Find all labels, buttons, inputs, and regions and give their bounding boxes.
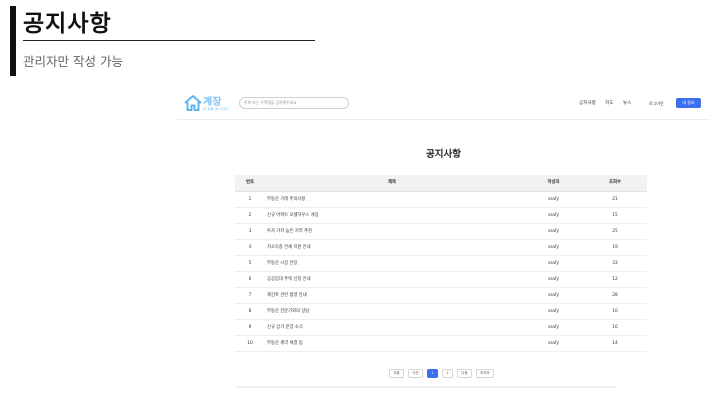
nav-news-link[interactable]: 뉴스: [623, 100, 631, 106]
row-author: ssafy: [547, 341, 560, 346]
table-row[interactable]: 9 신규 상가 분양 소식 ssafy 16: [235, 320, 647, 336]
row-number: 8: [248, 309, 252, 314]
row-title-link[interactable]: 신규 상가 분양 소식: [267, 320, 303, 335]
row-number: 2: [248, 213, 252, 218]
row-title-link[interactable]: 부동산 시장 전망: [267, 256, 297, 271]
row-views: 21: [612, 197, 618, 202]
column-header-title: 제목: [387, 180, 397, 185]
row-title-link[interactable]: 공공임대 주택 신청 안내: [267, 272, 311, 287]
notice-table: 번호 제목 작성자 조회수 1 부동산 거래 주의사항 ssafy 21 2 신…: [235, 175, 647, 352]
row-title-link[interactable]: 부동산 거래 주의사항: [267, 192, 305, 207]
logout-link[interactable]: 로그아웃: [649, 101, 664, 107]
slide-subtitle: 관리자만 작성 가능: [23, 54, 123, 69]
row-author: ssafy: [547, 261, 560, 266]
row-title-link[interactable]: 저소득층 전세 지원 안내: [267, 240, 311, 255]
table-row[interactable]: 1 부동산 거래 주의사항 ssafy 21: [235, 192, 647, 208]
nav-map-link[interactable]: 지도: [605, 100, 613, 106]
nav-notice-link[interactable]: 공지사항: [579, 100, 596, 106]
search-placeholder: 주제 또는 주택명을 입력해주세요.: [244, 100, 298, 105]
notice-page-title: 공지사항: [426, 149, 461, 160]
row-author: ssafy: [547, 277, 560, 282]
row-author: ssafy: [547, 213, 560, 218]
search-input[interactable]: 주제 또는 주택명을 입력해주세요.: [239, 97, 349, 109]
home-logo-icon[interactable]: [183, 93, 203, 113]
logo-tagline: 내 집을 꿈 이야기: [203, 107, 229, 111]
table-row[interactable]: 4 저소득층 전세 지원 안내 ssafy 19: [235, 240, 647, 256]
table-row[interactable]: 10 부동산 계약 체결 팁 ssafy 14: [235, 336, 647, 352]
row-number: 4: [248, 245, 252, 250]
slide-title-divider: [23, 40, 315, 41]
my-info-button[interactable]: 내 정보: [676, 98, 701, 108]
column-header-number: 번호: [245, 180, 255, 185]
footer-divider: [235, 386, 615, 388]
row-number: 1: [248, 197, 252, 202]
row-title-link[interactable]: 재건축 관련 법령 안내: [267, 288, 307, 303]
row-views: 12: [612, 277, 618, 282]
app-screenshot: 계장 내 집을 꿈 이야기 주제 또는 주택명을 입력해주세요. 공지사항 지도…: [177, 88, 710, 388]
row-number: 9: [248, 325, 252, 330]
row-number: 6: [248, 277, 252, 282]
column-header-views: 조회수: [608, 180, 622, 185]
row-author: ssafy: [547, 293, 560, 298]
pagination-prev-button[interactable]: 이전: [408, 369, 423, 378]
table-header: 번호 제목 작성자 조회수: [235, 175, 647, 192]
row-title-link[interactable]: 신규 아파트 모델하우스 개장: [267, 208, 319, 223]
pagination-page-2[interactable]: 2: [442, 369, 453, 378]
slide-accent-bar: [10, 6, 16, 76]
row-number: 5: [248, 261, 252, 266]
row-author: ssafy: [547, 229, 560, 234]
row-number: 7: [248, 293, 252, 298]
slide-title: 공지사항: [23, 11, 112, 37]
pagination-page-1[interactable]: 1: [427, 369, 438, 378]
row-title-link[interactable]: 투자 가치 높은 지역 추천: [267, 224, 312, 239]
row-author: ssafy: [547, 309, 560, 314]
row-views: 16: [612, 325, 618, 330]
row-views: 15: [612, 213, 618, 218]
column-header-author: 작성자: [547, 180, 560, 185]
row-author: ssafy: [547, 325, 560, 330]
row-author: ssafy: [547, 245, 560, 250]
table-row[interactable]: 7 재건축 관련 법령 안내 ssafy 28: [235, 288, 647, 304]
row-views: 25: [612, 229, 618, 234]
table-row[interactable]: 8 부동산 전문가와의 상담 ssafy 10: [235, 304, 647, 320]
pagination-first-button[interactable]: 처음: [389, 369, 404, 378]
top-navbar: 계장 내 집을 꿈 이야기 주제 또는 주택명을 입력해주세요. 공지사항 지도…: [177, 88, 710, 120]
row-number: 10: [247, 341, 253, 346]
row-views: 33: [612, 261, 618, 266]
row-views: 28: [612, 293, 618, 298]
table-row[interactable]: 6 공공임대 주택 신청 안내 ssafy 12: [235, 272, 647, 288]
pagination-next-button[interactable]: 다음: [457, 369, 472, 378]
row-views: 10: [612, 309, 618, 314]
row-number: 3: [248, 229, 252, 234]
row-title-link[interactable]: 부동산 계약 체결 팁: [267, 336, 303, 351]
table-row[interactable]: 3 투자 가치 높은 지역 추천 ssafy 25: [235, 224, 647, 240]
row-views: 14: [612, 341, 618, 346]
row-title-link[interactable]: 부동산 전문가와의 상담: [267, 304, 309, 319]
logo-text[interactable]: 계장: [203, 93, 221, 108]
table-row[interactable]: 2 신규 아파트 모델하우스 개장 ssafy 15: [235, 208, 647, 224]
row-views: 19: [612, 245, 618, 250]
row-author: ssafy: [547, 197, 560, 202]
table-row[interactable]: 5 부동산 시장 전망 ssafy 33: [235, 256, 647, 272]
pagination-last-button[interactable]: 마지막: [476, 369, 494, 378]
